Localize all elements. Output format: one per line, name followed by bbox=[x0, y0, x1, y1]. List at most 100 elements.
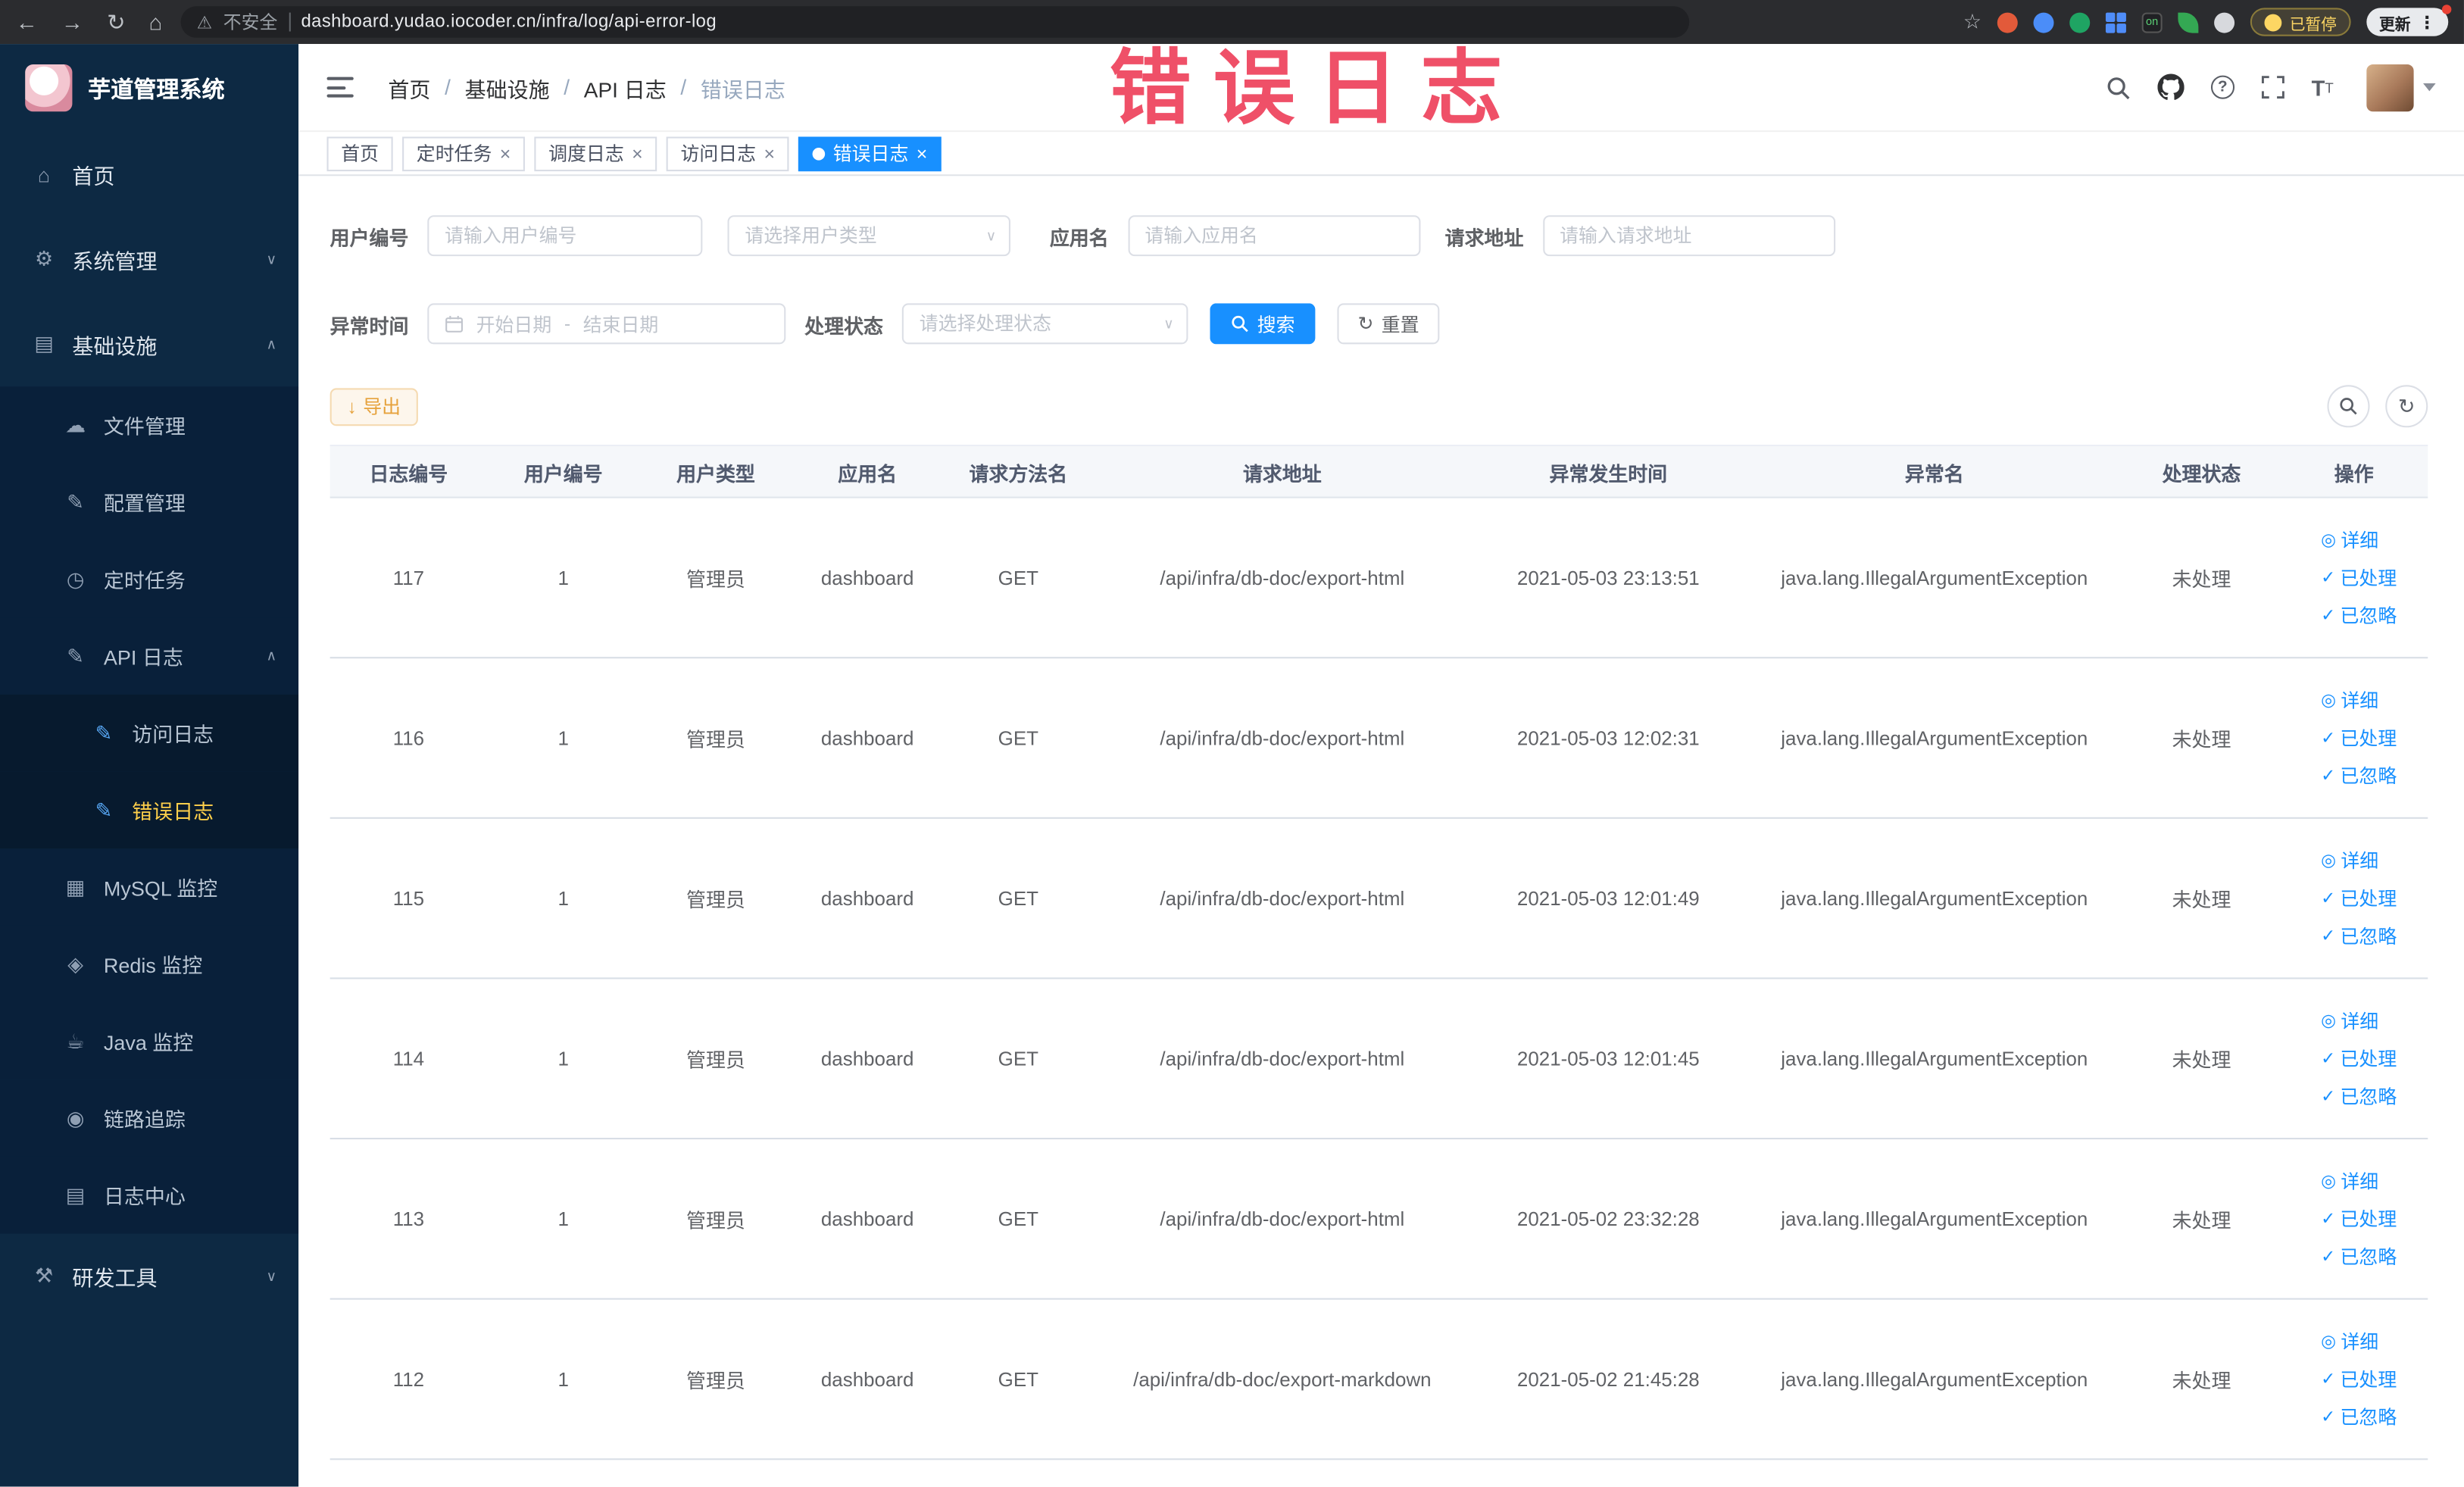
column-header[interactable]: 操作 bbox=[2280, 446, 2428, 496]
action-detail[interactable]: ◎ 详细 bbox=[2321, 1007, 2378, 1034]
column-header[interactable]: 应用名 bbox=[792, 446, 943, 496]
sidebar-item-tracing[interactable]: ◉ 链路追踪 bbox=[0, 1079, 299, 1157]
extension-icon-4[interactable] bbox=[2105, 11, 2116, 22]
sidebar-item-mysql[interactable]: ▦ MySQL 监控 bbox=[0, 848, 299, 926]
fullscreen-icon[interactable] bbox=[2261, 76, 2284, 99]
search-button[interactable]: 搜索 bbox=[1210, 303, 1316, 345]
extension-icon-2[interactable] bbox=[2033, 11, 2054, 33]
action-detail[interactable]: ◎ 详细 bbox=[2321, 687, 2378, 714]
tab-job[interactable]: 定时任务 × bbox=[402, 136, 526, 171]
action-ignored[interactable]: ✓ 已忽略 bbox=[2321, 1082, 2397, 1109]
column-header[interactable]: 异常名 bbox=[1746, 446, 2123, 496]
extension-icon-5[interactable]: on bbox=[2141, 11, 2163, 33]
sidebar-item-dev-tools[interactable]: ⚒ 研发工具 ∨ bbox=[0, 1234, 298, 1319]
sidebar-item-java[interactable]: ☕ Java 监控 bbox=[0, 1002, 299, 1080]
cell-id: 116 bbox=[392, 726, 425, 749]
column-header[interactable]: 用户类型 bbox=[639, 446, 792, 496]
sidebar-item-access-log[interactable]: ✎ 访问日志 bbox=[0, 694, 299, 772]
column-header[interactable]: 日志编号 bbox=[330, 446, 487, 496]
action-detail[interactable]: ◎ 详细 bbox=[2321, 847, 2378, 873]
sidebar-item-error-log[interactable]: ✎ 错误日志 bbox=[0, 771, 299, 849]
tab-error-log[interactable]: 错误日志 × bbox=[798, 136, 942, 171]
forward-icon[interactable]: → bbox=[61, 9, 83, 34]
app-logo[interactable]: 芋道管理系统 bbox=[0, 44, 298, 132]
tab-home[interactable]: 首页 bbox=[326, 136, 393, 171]
action-label: 详细 bbox=[2341, 1331, 2379, 1354]
action-processed[interactable]: ✓ 已处理 bbox=[2321, 724, 2397, 751]
tab-access-log[interactable]: 访问日志 × bbox=[666, 136, 789, 171]
action-processed[interactable]: ✓ 已处理 bbox=[2321, 1205, 2397, 1232]
breadcrumb-item[interactable]: 基础设施 bbox=[465, 71, 550, 102]
date-range-picker[interactable]: 开始日期 - 结束日期 bbox=[427, 303, 786, 345]
action-detail[interactable]: ◎ 详细 bbox=[2321, 526, 2378, 553]
action-ignored[interactable]: ✓ 已忽略 bbox=[2321, 602, 2397, 629]
action-processed[interactable]: ✓ 已处理 bbox=[2321, 1366, 2397, 1392]
tampermonkey-paused-badge[interactable]: 已暂停 bbox=[2250, 8, 2351, 36]
back-icon[interactable]: ← bbox=[16, 9, 38, 34]
user-type-select[interactable]: ∨ bbox=[727, 215, 1011, 257]
toggle-search-button[interactable] bbox=[2327, 385, 2370, 428]
cell-time: 2021-05-03 23:13:51 bbox=[1516, 566, 1700, 589]
close-icon[interactable]: × bbox=[500, 144, 511, 163]
sidebar-item-file[interactable]: ☁ 文件管理 bbox=[0, 386, 299, 464]
request-url-input[interactable] bbox=[1542, 215, 1835, 257]
sidebar-item-log-center[interactable]: ▤ 日志中心 bbox=[0, 1156, 299, 1234]
action-processed[interactable]: ✓ 已处理 bbox=[2321, 1045, 2397, 1072]
breadcrumb-item[interactable]: 首页 bbox=[388, 71, 430, 102]
bookmark-star-icon[interactable]: ☆ bbox=[1963, 9, 1982, 34]
user-type-input[interactable] bbox=[727, 215, 1011, 257]
sidebar-item-home[interactable]: ⌂ 首页 bbox=[0, 132, 298, 217]
column-header[interactable]: 处理状态 bbox=[2123, 446, 2280, 496]
action-detail[interactable]: ◎ 详细 bbox=[2321, 1167, 2378, 1194]
process-status-select[interactable]: ∨ bbox=[901, 303, 1188, 345]
action-ignored[interactable]: ✓ 已忽略 bbox=[2321, 762, 2397, 789]
extension-icon-7[interactable] bbox=[2214, 11, 2235, 33]
github-icon[interactable] bbox=[2157, 73, 2184, 101]
reset-button[interactable]: ↻ 重置 bbox=[1337, 303, 1440, 345]
reload-icon[interactable]: ↻ bbox=[107, 8, 125, 35]
font-size-icon[interactable]: TT bbox=[2312, 75, 2334, 100]
chevron-down-icon: ∨ bbox=[266, 250, 277, 267]
extension-icon-3[interactable] bbox=[2069, 11, 2091, 33]
extension-icon-1[interactable] bbox=[1997, 11, 2018, 33]
home-icon[interactable]: ⌂ bbox=[149, 9, 163, 34]
notification-dot bbox=[2441, 5, 2452, 14]
action-ignored[interactable]: ✓ 已忽略 bbox=[2321, 923, 2397, 949]
process-status-input[interactable] bbox=[901, 303, 1188, 345]
sidebar-item-job[interactable]: ◷ 定时任务 bbox=[0, 540, 299, 618]
sidebar-item-config[interactable]: ✎ 配置管理 bbox=[0, 464, 299, 541]
column-header[interactable]: 请求地址 bbox=[1094, 446, 1471, 496]
action-ignored[interactable]: ✓ 已忽略 bbox=[2321, 1243, 2397, 1270]
column-header[interactable]: 用户编号 bbox=[487, 446, 639, 496]
export-button[interactable]: ↓ 导出 bbox=[329, 387, 418, 426]
sidebar-item-redis[interactable]: ◈ Redis 监控 bbox=[0, 925, 299, 1003]
extension-icon-6[interactable] bbox=[2178, 11, 2199, 33]
close-icon[interactable]: × bbox=[917, 144, 928, 163]
tab-job-log[interactable]: 调度日志 × bbox=[534, 136, 657, 171]
update-button[interactable]: 更新 ⋮ bbox=[2366, 5, 2452, 36]
sidebar-item-system[interactable]: ⚙ 系统管理 ∨ bbox=[0, 217, 298, 301]
user-menu[interactable] bbox=[2366, 64, 2436, 111]
close-icon[interactable]: × bbox=[764, 144, 775, 163]
cell-exception: java.lang.IllegalArgumentException bbox=[1781, 726, 2088, 749]
close-icon[interactable]: × bbox=[632, 144, 643, 163]
url-bar[interactable]: ⚠ 不安全 dashboard.yudao.iocoder.cn/infra/l… bbox=[181, 6, 1690, 38]
action-ignored[interactable]: ✓ 已忽略 bbox=[2321, 1404, 2397, 1430]
help-icon[interactable]: ? bbox=[2210, 75, 2234, 99]
app-name-input[interactable] bbox=[1127, 215, 1420, 257]
column-header[interactable]: 请求方法名 bbox=[943, 446, 1094, 496]
breadcrumb-item[interactable]: API 日志 bbox=[584, 71, 667, 102]
cell-method: GET bbox=[998, 887, 1038, 910]
cell-url: /api/infra/db-doc/export-html bbox=[1160, 566, 1405, 589]
kebab-menu-icon[interactable]: ⋮ bbox=[2419, 12, 2436, 33]
sidebar-item-infra[interactable]: ▤ 基础设施 ∧ bbox=[0, 301, 298, 386]
sidebar-item-api-log[interactable]: ✎ API 日志 ∧ bbox=[0, 617, 299, 695]
column-header[interactable]: 异常发生时间 bbox=[1471, 446, 1746, 496]
action-processed[interactable]: ✓ 已处理 bbox=[2321, 885, 2397, 911]
search-icon[interactable] bbox=[2106, 75, 2131, 100]
collapse-sidebar-icon[interactable] bbox=[326, 77, 354, 98]
refresh-table-button[interactable]: ↻ bbox=[2385, 385, 2428, 428]
action-detail[interactable]: ◎ 详细 bbox=[2321, 1328, 2378, 1354]
action-processed[interactable]: ✓ 已处理 bbox=[2321, 564, 2397, 591]
user-id-input[interactable] bbox=[427, 215, 703, 257]
